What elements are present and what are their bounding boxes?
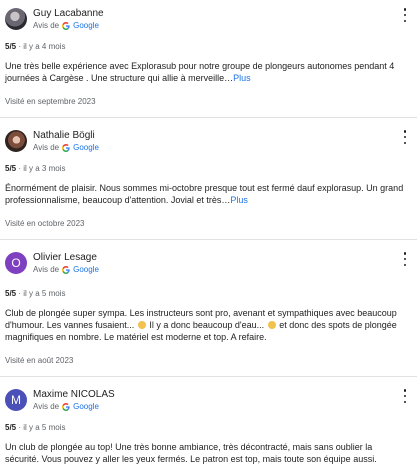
review-header: M Maxime NICOLAS Avis de Google (5, 377, 407, 419)
author-block: Maxime NICOLAS Avis de Google (33, 387, 115, 413)
author-block: Guy Lacabanne Avis de Google (33, 6, 104, 32)
review-age: il y a 5 mois (23, 423, 66, 432)
source-name: Google (73, 143, 99, 152)
more-link[interactable]: Plus (233, 73, 251, 83)
avatar-initial: O (11, 256, 21, 270)
rating: 5/5 (5, 423, 17, 432)
review-age: il y a 3 mois (23, 164, 66, 173)
avatar-initial: M (11, 393, 21, 407)
avatar[interactable]: O (5, 252, 27, 274)
visited-date: Visité en septembre 2023 (5, 97, 96, 106)
review-header: O Olivier Lesage Avis de Google (5, 240, 407, 282)
review-card: Nathalie Bögli Avis de Google 5/5 · il y… (0, 117, 417, 239)
review-source: Avis de Google (33, 142, 99, 154)
more-link[interactable]: Plus (230, 195, 248, 205)
review-card: Guy Lacabanne Avis de Google 5/5 · il y … (0, 0, 417, 117)
author-block: Olivier Lesage Avis de Google (33, 250, 99, 276)
google-g-icon (62, 144, 70, 152)
avatar[interactable] (5, 8, 27, 30)
review-card: M Maxime NICOLAS Avis de Google 5/5 · il… (0, 376, 417, 465)
author-name[interactable]: Guy Lacabanne (33, 7, 104, 20)
author-block: Nathalie Bögli Avis de Google (33, 128, 99, 154)
more-vert-icon[interactable] (401, 130, 409, 144)
author-name[interactable]: Maxime NICOLAS (33, 388, 115, 401)
rating-line: 5/5 · il y a 5 mois (5, 423, 66, 432)
rating-line: 5/5 · il y a 3 mois (5, 164, 66, 173)
review-source: Avis de Google (33, 264, 99, 276)
source-prefix: Avis de (33, 143, 60, 152)
source-prefix: Avis de (33, 402, 60, 411)
avatar[interactable] (5, 130, 27, 152)
rating: 5/5 (5, 164, 17, 173)
review-text: Une très belle expérience avec Explorasu… (5, 60, 407, 84)
author-name[interactable]: Olivier Lesage (33, 251, 99, 264)
rating: 5/5 (5, 289, 17, 298)
avatar[interactable]: M (5, 389, 27, 411)
rating-line: 5/5 · il y a 4 mois (5, 42, 66, 51)
source-prefix: Avis de (33, 21, 60, 30)
more-vert-icon[interactable] (401, 8, 409, 22)
reviews-list: Guy Lacabanne Avis de Google 5/5 · il y … (0, 0, 417, 465)
review-body: Énormément de plaisir. Nous sommes mi-oc… (5, 183, 404, 205)
source-prefix: Avis de (33, 265, 60, 274)
review-text: Un club de plongée au top! Une très bonn… (5, 441, 407, 465)
review-body-continued: Il y a donc beaucoup d'eau... (149, 320, 265, 330)
grinning-emoji-icon (267, 321, 276, 329)
more-vert-icon[interactable] (401, 389, 409, 403)
source-name: Google (73, 265, 99, 274)
source-name: Google (73, 21, 99, 30)
grinning-emoji-icon (137, 321, 146, 329)
visited-date: Visité en août 2023 (5, 356, 74, 365)
review-age: il y a 5 mois (23, 289, 66, 298)
review-source: Avis de Google (33, 20, 104, 32)
review-header: Guy Lacabanne Avis de Google (5, 0, 407, 38)
google-g-icon (62, 22, 70, 30)
review-text: Énormément de plaisir. Nous sommes mi-oc… (5, 182, 407, 206)
review-text: Club de plongée super sympa. Les instruc… (5, 307, 407, 343)
google-g-icon (62, 266, 70, 274)
review-card: O Olivier Lesage Avis de Google 5/5 · il… (0, 239, 417, 376)
rating-line: 5/5 · il y a 5 mois (5, 289, 66, 298)
review-header: Nathalie Bögli Avis de Google (5, 118, 407, 160)
review-age: il y a 4 mois (23, 42, 66, 51)
visited-date: Visité en octobre 2023 (5, 219, 85, 228)
author-name[interactable]: Nathalie Bögli (33, 129, 99, 142)
review-body: Une très belle expérience avec Explorasu… (5, 61, 395, 83)
source-name: Google (73, 402, 99, 411)
review-body: Un club de plongée au top! Une très bonn… (5, 442, 377, 464)
google-g-icon (62, 403, 70, 411)
more-vert-icon[interactable] (401, 252, 409, 266)
rating: 5/5 (5, 42, 17, 51)
review-source: Avis de Google (33, 401, 115, 413)
